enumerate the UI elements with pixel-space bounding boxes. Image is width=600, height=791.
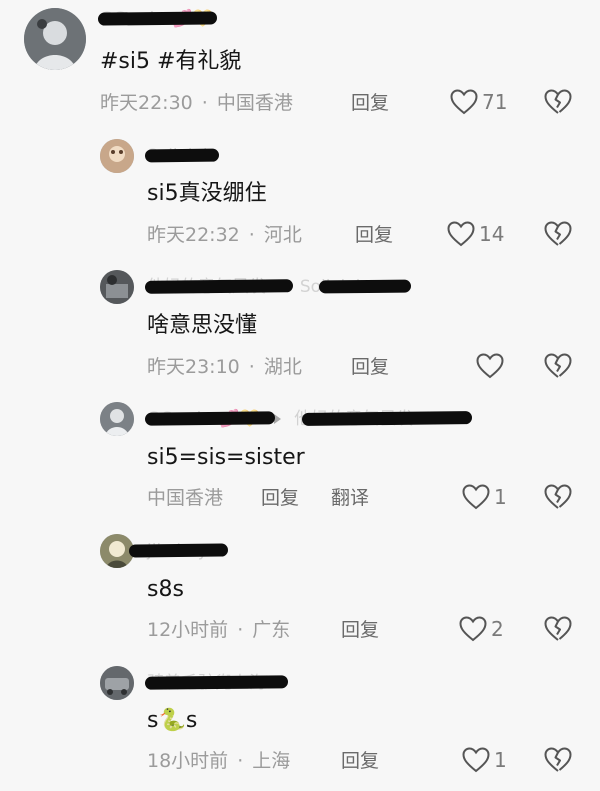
broken-heart-icon bbox=[544, 484, 572, 509]
redaction-mark bbox=[144, 411, 276, 426]
heart-icon bbox=[462, 747, 490, 773]
redaction-mark bbox=[97, 11, 218, 26]
broken-heart-icon bbox=[544, 353, 572, 378]
reply-button[interactable]: 回复 bbox=[351, 354, 389, 380]
heart-icon bbox=[459, 616, 487, 642]
like-button[interactable]: 1 bbox=[462, 747, 512, 775]
avatar-image bbox=[100, 666, 134, 700]
dislike-button[interactable] bbox=[544, 89, 572, 117]
reply-button[interactable]: 回复 bbox=[351, 90, 389, 116]
like-count: 1 bbox=[494, 485, 507, 509]
avatar[interactable] bbox=[24, 8, 86, 70]
like-button[interactable]: 14 bbox=[447, 221, 507, 249]
dislike-button[interactable] bbox=[544, 484, 572, 512]
comment-meta: 昨天22:30 · 中国香港 bbox=[100, 90, 293, 116]
timestamp: 昨天22:30 bbox=[100, 92, 193, 114]
location: 广东 bbox=[252, 619, 291, 641]
dislike-button[interactable] bbox=[544, 747, 572, 775]
comment-1: GGrmhu💕💛 #si5 #有礼貌 昨天22:30 · 中国香港 回复 71 bbox=[0, 0, 600, 130]
separator-dot: · bbox=[248, 224, 255, 246]
comment-text: si5真没绷住 bbox=[147, 181, 267, 206]
comment-3: 他妈的意气风发 Solixiair 啥意思没懂 昨天23:10 · 湖北 回复 bbox=[0, 260, 600, 390]
avatar-image bbox=[24, 8, 86, 70]
separator-dot: · bbox=[248, 356, 255, 378]
translate-button[interactable]: 翻译 bbox=[331, 485, 369, 511]
redaction-mark bbox=[301, 411, 473, 426]
username[interactable]: jikabay bbox=[128, 538, 228, 564]
like-count: 14 bbox=[479, 222, 505, 246]
comment-meta: 中国香港 bbox=[147, 485, 223, 511]
avatar[interactable] bbox=[100, 270, 134, 304]
redaction-mark bbox=[318, 279, 412, 294]
comment-meta: 12小时前 · 广东 bbox=[147, 617, 290, 643]
username[interactable]: GGrmhu💕💛 他妈的意气风发 bbox=[144, 406, 473, 432]
dislike-button[interactable] bbox=[544, 616, 572, 644]
comment-6: 骑着毛驴兜上海 s🐍s 18小时前 · 上海 回复 1 bbox=[0, 655, 600, 791]
snake-emoji: 🐍 bbox=[158, 708, 186, 733]
comment-2: Solixiair si5真没绷住 昨天22:32 · 河北 回复 14 bbox=[0, 130, 600, 260]
location: 中国香港 bbox=[147, 487, 224, 509]
avatar[interactable] bbox=[100, 666, 134, 700]
like-button[interactable]: 1 bbox=[462, 484, 512, 512]
like-count: 1 bbox=[494, 748, 507, 772]
broken-heart-icon bbox=[544, 747, 572, 772]
separator-dot: · bbox=[237, 619, 244, 641]
comment-text: si5=sis=sister bbox=[147, 445, 305, 470]
heart-icon bbox=[447, 221, 475, 247]
comment-text: #si5 #有礼貌 bbox=[100, 49, 242, 74]
like-count: 71 bbox=[482, 90, 508, 114]
username[interactable]: Solixiair bbox=[144, 143, 219, 169]
heart-icon bbox=[476, 353, 504, 379]
heart-icon bbox=[450, 89, 478, 115]
username[interactable]: GGrmhu💕💛 bbox=[97, 6, 218, 32]
timestamp: 12小时前 bbox=[147, 619, 229, 641]
reply-button[interactable]: 回复 bbox=[355, 222, 393, 248]
redaction-mark bbox=[144, 148, 219, 163]
comment-text: s8s bbox=[147, 577, 184, 602]
username[interactable]: 骑着毛驴兜上海 bbox=[144, 670, 289, 696]
like-button[interactable]: 71 bbox=[450, 89, 510, 117]
comment-text: 啥意思没懂 bbox=[147, 313, 258, 338]
comment-meta: 昨天23:10 · 湖北 bbox=[147, 354, 302, 380]
comment-5: jikabay s8s 12小时前 · 广东 回复 2 bbox=[0, 520, 600, 655]
like-count: 2 bbox=[491, 617, 504, 641]
redaction-mark bbox=[144, 675, 289, 690]
heart-icon bbox=[462, 484, 490, 510]
dislike-button[interactable] bbox=[544, 353, 572, 381]
location: 湖北 bbox=[263, 356, 302, 378]
username[interactable]: 他妈的意气风发 Solixiair bbox=[144, 274, 412, 300]
avatar-image bbox=[100, 270, 134, 304]
dislike-button[interactable] bbox=[544, 221, 572, 249]
like-button[interactable] bbox=[476, 353, 506, 381]
separator-dot: · bbox=[237, 750, 244, 772]
comment-meta: 昨天22:32 · 河北 bbox=[147, 222, 302, 248]
redaction-mark bbox=[144, 279, 294, 294]
location: 上海 bbox=[252, 750, 291, 772]
location: 中国香港 bbox=[216, 92, 293, 114]
timestamp: 18小时前 bbox=[147, 750, 229, 772]
separator-dot: · bbox=[201, 92, 208, 114]
reply-button[interactable]: 回复 bbox=[341, 748, 379, 774]
redaction-mark bbox=[128, 543, 228, 558]
timestamp: 昨天22:32 bbox=[147, 224, 240, 246]
avatar[interactable] bbox=[100, 402, 134, 436]
avatar-image bbox=[100, 402, 134, 436]
comment-4: GGrmhu💕💛 他妈的意气风发 si5=sis=sister 中国香港 回复 … bbox=[0, 390, 600, 520]
broken-heart-icon bbox=[544, 89, 572, 114]
location: 河北 bbox=[263, 224, 302, 246]
reply-button[interactable]: 回复 bbox=[341, 617, 379, 643]
comment-meta: 18小时前 · 上海 bbox=[147, 748, 290, 774]
like-button[interactable]: 2 bbox=[459, 616, 509, 644]
comment-text: s🐍s bbox=[147, 708, 198, 733]
avatar-image bbox=[100, 139, 134, 173]
timestamp: 昨天23:10 bbox=[147, 356, 240, 378]
avatar[interactable] bbox=[100, 139, 134, 173]
reply-button[interactable]: 回复 bbox=[261, 485, 299, 511]
broken-heart-icon bbox=[544, 616, 572, 641]
broken-heart-icon bbox=[544, 221, 572, 246]
